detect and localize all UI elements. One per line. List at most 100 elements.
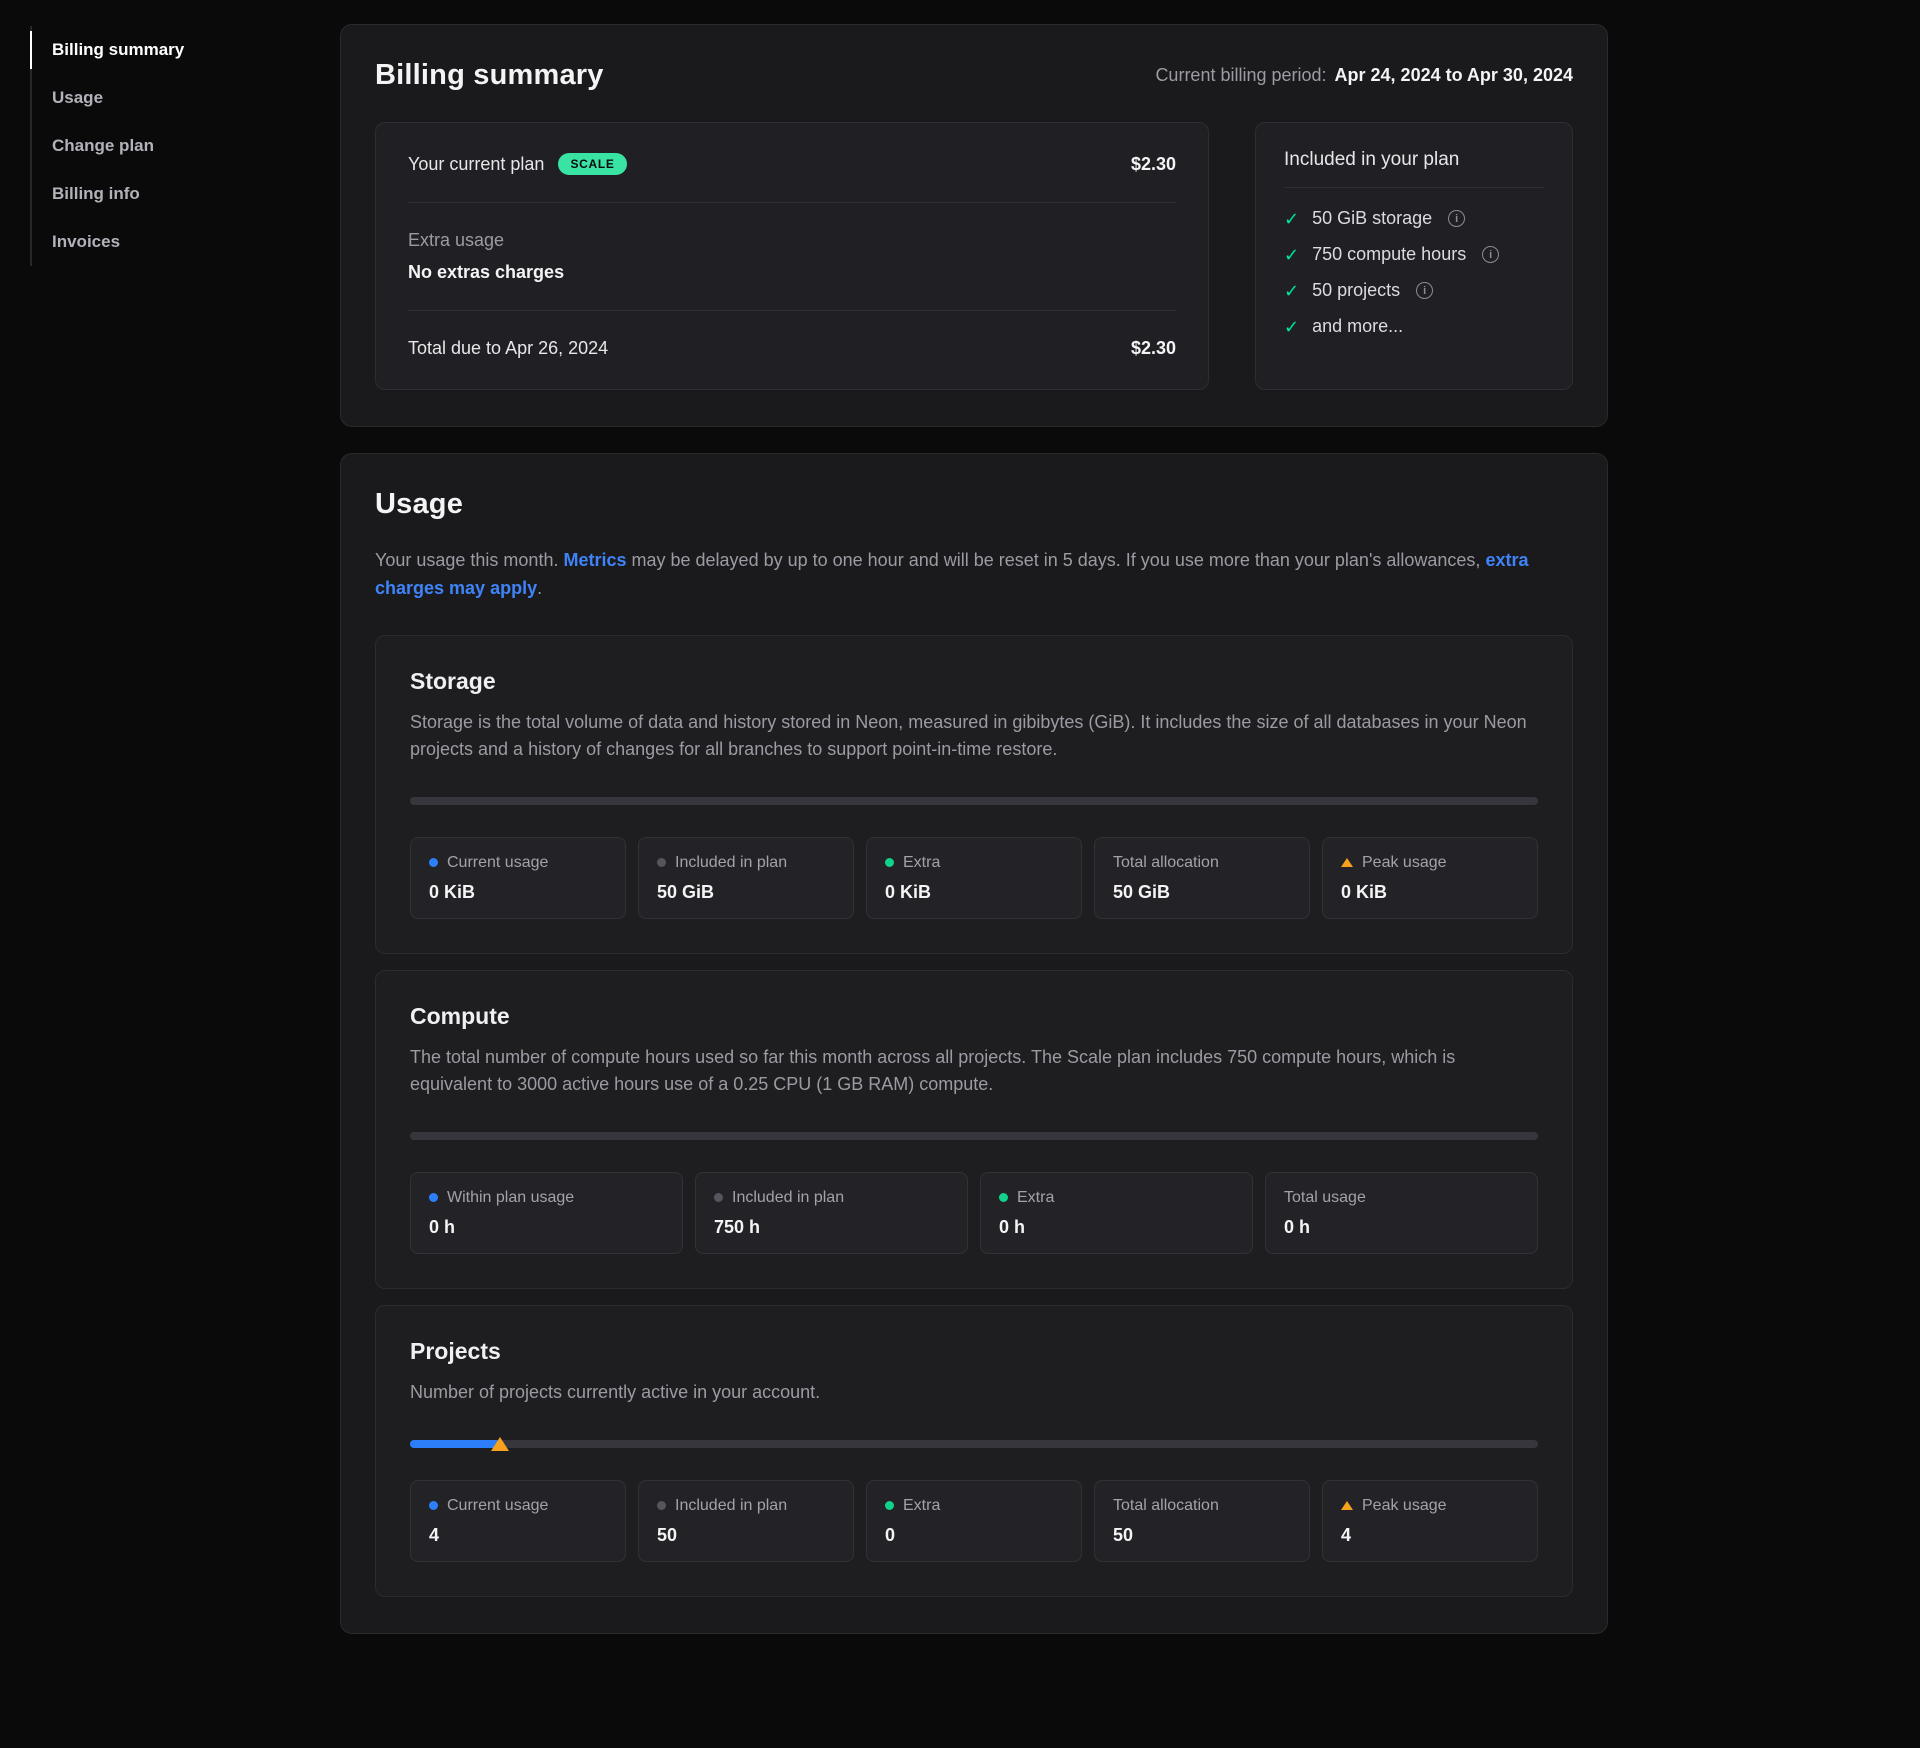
- stat-label-row: Extra: [885, 853, 1063, 873]
- billing-sidebar: Billing summary Usage Change plan Billin…: [0, 0, 340, 1748]
- included-in-plan-dot-icon: [657, 1501, 666, 1510]
- peak-usage-triangle-icon: [1341, 1501, 1353, 1510]
- stat-value: 0 KiB: [1341, 882, 1519, 903]
- billing-summary-title: Billing summary: [375, 59, 604, 92]
- stat-label: Current usage: [447, 1496, 548, 1516]
- check-icon: [1284, 246, 1299, 264]
- billing-summary-card: Billing summary Current billing period: A…: [340, 24, 1608, 427]
- extra-dot-icon: [885, 1501, 894, 1510]
- storage-progress-bar: [410, 797, 1538, 805]
- current-plan-row: Your current plan SCALE $2.30: [408, 153, 1176, 175]
- within-plan-usage-dot-icon: [429, 1193, 438, 1202]
- stat-label: Peak usage: [1362, 853, 1447, 873]
- check-icon: [1284, 318, 1299, 336]
- stat-label: Extra: [903, 1496, 940, 1516]
- stat-value: 0 h: [429, 1217, 664, 1238]
- stat-label-row: Extra: [885, 1496, 1063, 1516]
- stat-value: 0 h: [1284, 1217, 1519, 1238]
- stat-tile-peak-usage: Peak usage 0 KiB: [1322, 837, 1538, 919]
- billing-nav-list: Billing summary Usage Change plan Billin…: [30, 26, 340, 266]
- projects-progress-fill: [410, 1440, 500, 1448]
- included-item-compute-hours: 750 compute hours: [1284, 244, 1544, 265]
- stat-label-row: Total allocation: [1113, 853, 1291, 873]
- stat-label: Total allocation: [1113, 853, 1219, 873]
- billing-page: Billing summary Usage Change plan Billin…: [0, 0, 1920, 1748]
- stat-value: 0: [885, 1525, 1063, 1546]
- stat-label-row: Within plan usage: [429, 1188, 664, 1208]
- extra-usage-value: No extras charges: [408, 262, 1176, 283]
- projects-section-description: Number of projects currently active in y…: [410, 1379, 1538, 1406]
- stat-value: 0 h: [999, 1217, 1234, 1238]
- stat-label: Included in plan: [732, 1188, 844, 1208]
- compute-section-title: Compute: [410, 1003, 1538, 1030]
- projects-section-title: Projects: [410, 1338, 1538, 1365]
- compute-stats-grid: Within plan usage 0 h Included in plan 7…: [410, 1172, 1538, 1254]
- info-icon[interactable]: [1482, 246, 1499, 263]
- usage-title: Usage: [375, 488, 1573, 521]
- included-item-more: and more...: [1284, 316, 1544, 337]
- usage-card: Usage Your usage this month. Metrics may…: [340, 453, 1608, 1634]
- current-usage-dot-icon: [429, 1501, 438, 1510]
- divider: [408, 310, 1176, 311]
- stat-label: Extra: [1017, 1188, 1054, 1208]
- stat-tile-total-usage: Total usage 0 h: [1265, 1172, 1538, 1254]
- billing-period: Current billing period: Apr 24, 2024 to A…: [1155, 65, 1573, 86]
- included-item-label: and more...: [1312, 316, 1403, 337]
- included-in-plan-dot-icon: [714, 1193, 723, 1202]
- stat-tile-within-plan-usage: Within plan usage 0 h: [410, 1172, 683, 1254]
- current-plan-label: Your current plan: [408, 154, 544, 175]
- sidebar-item-billing-summary[interactable]: Billing summary: [32, 26, 340, 74]
- usage-intro-text: may be delayed by up to one hour and wil…: [627, 550, 1486, 570]
- stat-tile-extra: Extra 0 KiB: [866, 837, 1082, 919]
- current-plan-label-wrap: Your current plan SCALE: [408, 153, 627, 175]
- sidebar-item-invoices[interactable]: Invoices: [32, 218, 340, 266]
- current-plan-panel: Your current plan SCALE $2.30 Extra usag…: [375, 122, 1209, 390]
- extra-usage-block: Extra usage No extras charges: [408, 230, 1176, 283]
- divider: [1284, 187, 1544, 188]
- included-item-projects: 50 projects: [1284, 280, 1544, 301]
- stat-label: Extra: [903, 853, 940, 873]
- stat-label-row: Total allocation: [1113, 1496, 1291, 1516]
- plan-amount: $2.30: [1131, 154, 1176, 175]
- stat-value: 750 h: [714, 1217, 949, 1238]
- included-item-storage: 50 GiB storage: [1284, 208, 1544, 229]
- total-due-row: Total due to Apr 26, 2024 $2.30: [408, 338, 1176, 359]
- extra-dot-icon: [885, 858, 894, 867]
- usage-intro: Your usage this month. Metrics may be de…: [375, 547, 1555, 603]
- stat-tile-peak-usage: Peak usage 4: [1322, 1480, 1538, 1562]
- stat-label-row: Extra: [999, 1188, 1234, 1208]
- billing-period-label: Current billing period:: [1155, 65, 1326, 85]
- stat-label: Included in plan: [675, 853, 787, 873]
- stat-value: 0 KiB: [885, 882, 1063, 903]
- sidebar-item-usage[interactable]: Usage: [32, 74, 340, 122]
- peak-usage-triangle-icon: [1341, 858, 1353, 867]
- included-item-label: 50 projects: [1312, 280, 1400, 301]
- stat-tile-total-allocation: Total allocation 50 GiB: [1094, 837, 1310, 919]
- billing-panels-row: Your current plan SCALE $2.30 Extra usag…: [375, 122, 1573, 390]
- extra-usage-label: Extra usage: [408, 230, 1176, 251]
- sidebar-item-billing-info[interactable]: Billing info: [32, 170, 340, 218]
- included-plan-panel: Included in your plan 50 GiB storage 750…: [1255, 122, 1573, 390]
- storage-section-title: Storage: [410, 668, 1538, 695]
- stat-label-row: Included in plan: [714, 1188, 949, 1208]
- stat-label-row: Peak usage: [1341, 1496, 1519, 1516]
- billing-period-value: Apr 24, 2024 to Apr 30, 2024: [1335, 65, 1573, 85]
- usage-section-compute: Compute The total number of compute hour…: [375, 970, 1573, 1289]
- projects-progress-bar: [410, 1440, 1538, 1448]
- info-icon[interactable]: [1416, 282, 1433, 299]
- metrics-link[interactable]: Metrics: [563, 550, 626, 570]
- info-icon[interactable]: [1448, 210, 1465, 227]
- sidebar-item-change-plan[interactable]: Change plan: [32, 122, 340, 170]
- stat-tile-included-in-plan: Included in plan 50: [638, 1480, 854, 1562]
- stat-value: 0 KiB: [429, 882, 607, 903]
- stat-tile-current-usage: Current usage 0 KiB: [410, 837, 626, 919]
- current-usage-dot-icon: [429, 858, 438, 867]
- stat-label: Total usage: [1284, 1188, 1366, 1208]
- stat-value: 50: [1113, 1525, 1291, 1546]
- peak-usage-marker-icon: [491, 1437, 509, 1451]
- total-due-label: Total due to Apr 26, 2024: [408, 338, 608, 359]
- usage-section-storage: Storage Storage is the total volume of d…: [375, 635, 1573, 954]
- compute-section-description: The total number of compute hours used s…: [410, 1044, 1538, 1098]
- extra-dot-icon: [999, 1193, 1008, 1202]
- divider: [408, 202, 1176, 203]
